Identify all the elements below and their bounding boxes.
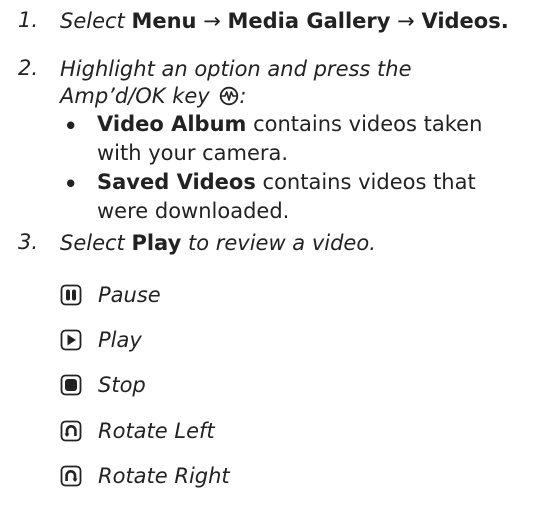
control-rotate-right: Rotate Right <box>60 462 230 490</box>
step-number: 2. <box>18 56 39 80</box>
bullet: • <box>64 172 78 196</box>
rotate-left-icon <box>60 420 82 442</box>
menu-path-item: Media Gallery <box>227 9 391 33</box>
step-number: 3. <box>18 230 39 254</box>
step-2-line-1: Highlight an option and press the <box>60 57 412 81</box>
menu-path-item: Videos <box>421 9 501 33</box>
step-3-text: Select Play to review a video. <box>60 231 376 255</box>
pause-icon <box>60 284 82 306</box>
control-play: Play <box>60 326 142 354</box>
step-2-line-2: Amp’d/OK key : <box>60 84 247 108</box>
control-rotate-left: Rotate Left <box>60 417 215 445</box>
control-pause: Pause <box>60 281 161 309</box>
bullet-video-album: Video Album contains videos taken with y… <box>97 112 483 165</box>
menu-path-item: Menu <box>131 9 197 33</box>
bullet: • <box>64 114 78 138</box>
step-1-text: Select Menu → Media Gallery → Videos. <box>60 9 509 33</box>
bullet-saved-videos: Saved Videos contains videos that were d… <box>97 170 476 223</box>
control-stop: Stop <box>60 371 146 399</box>
arrow: → <box>397 9 415 33</box>
ampd-ok-key-icon <box>219 86 239 106</box>
play-icon <box>60 329 82 351</box>
arrow: → <box>203 9 221 33</box>
step-number: 1. <box>18 8 39 32</box>
rotate-right-icon <box>60 465 82 487</box>
stop-icon <box>60 374 82 396</box>
